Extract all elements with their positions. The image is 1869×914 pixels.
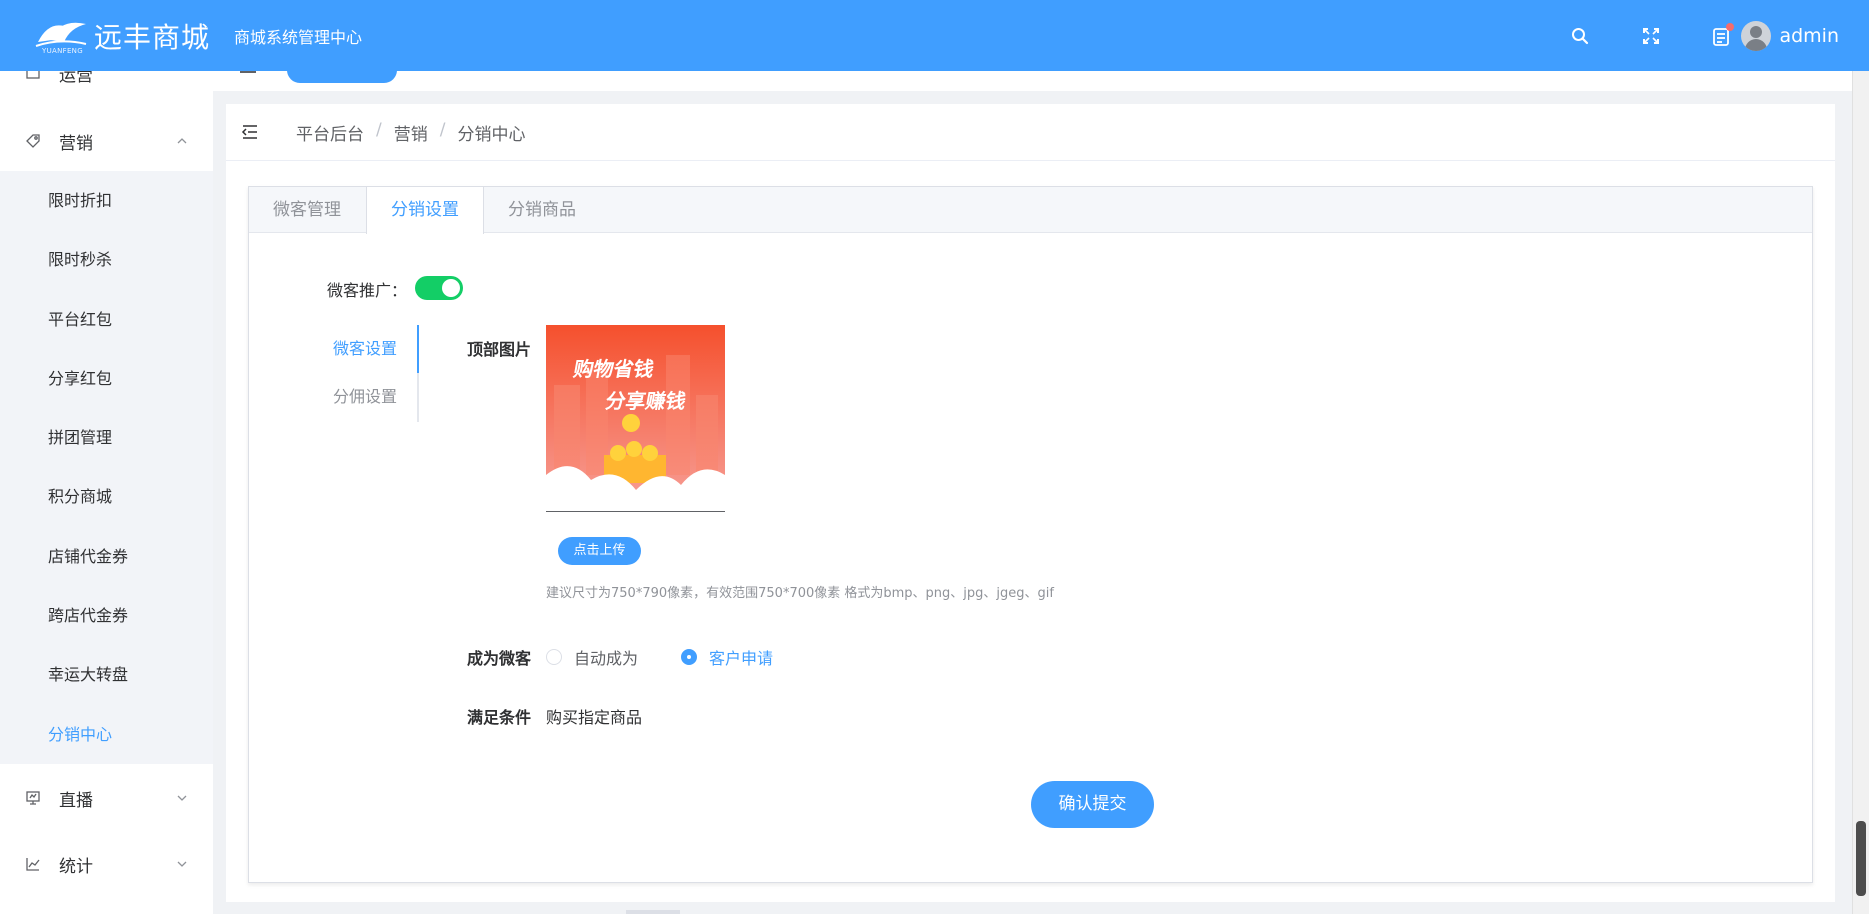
avatar-head — [1750, 25, 1763, 38]
vtab-customer-settings[interactable]: 微客设置 — [303, 325, 417, 373]
fullscreen-icon[interactable] — [1639, 24, 1663, 48]
sidebar-item-operation[interactable]: 运营 — [0, 71, 213, 103]
sidebar-item-stats[interactable]: 统计 — [0, 834, 213, 894]
bottom-scroll-hint — [626, 910, 680, 914]
sidebar: 运营 营销 限时折扣 限时秒杀 平台红包 分享红包 拼团管理 积分商城 店铺代金… — [0, 71, 213, 914]
become-customer-label: 成为微客 — [467, 649, 532, 668]
tag-icon — [25, 133, 41, 149]
sidebar-item-live[interactable]: 直播 — [0, 768, 213, 828]
radio-circle — [546, 649, 562, 665]
radio-circle — [681, 649, 697, 665]
banner-text-line2: 分享赚钱 — [603, 389, 688, 413]
sidebar-item-group-buy[interactable]: 拼团管理 — [0, 408, 213, 467]
radio-label: 客户申请 — [709, 649, 774, 668]
username[interactable]: admin — [1779, 25, 1839, 47]
sidebar-item-lucky-wheel[interactable]: 幸运大转盘 — [0, 645, 213, 704]
sidebar-item-points-mall[interactable]: 积分商城 — [0, 467, 213, 526]
radio-customer-apply[interactable]: 客户申请 — [681, 645, 773, 669]
logo-mark-icon: YUANFENG — [34, 16, 90, 56]
logo-text: 远丰商城 — [94, 20, 211, 54]
page-scrollbar[interactable] — [1852, 71, 1869, 914]
vtab-active-indicator — [417, 325, 419, 373]
sidebar-item-store-voucher[interactable]: 店铺代金券 — [0, 527, 213, 586]
active-tag[interactable] — [287, 71, 397, 83]
tab-wechat-customer-manage[interactable]: 微客管理 — [249, 187, 366, 233]
sidebar-item-cross-store-voucher[interactable]: 跨店代金券 — [0, 586, 213, 645]
chart-icon — [25, 856, 41, 872]
notice-dot — [1726, 22, 1735, 31]
upload-hint: 建议尺寸为750*790像素，有效范围750*700像素 格式为bmp、png、… — [546, 586, 1054, 601]
top-header: YUANFENG 远丰商城 商城系统管理中心 admin — [0, 0, 1869, 71]
vertical-tabs: 微客设置 分佣设置 — [303, 325, 419, 422]
sidebar-item-label: 营销 — [59, 133, 93, 154]
chevron-down-icon — [177, 795, 187, 801]
condition-value: 购买指定商品 — [546, 708, 643, 727]
avatar-body — [1745, 38, 1768, 51]
menu-fold-icon[interactable] — [241, 123, 259, 141]
promo-switch[interactable] — [415, 276, 463, 300]
avatar[interactable] — [1741, 20, 1772, 51]
tabs-container: 微客管理 分销设置 分销商品 微客推广： 微客设置 分佣设置 顶部图片 购物省钱… — [248, 186, 1813, 883]
breadcrumb-item-current: 分销中心 — [457, 124, 526, 145]
header-actions: admin — [1568, 0, 1839, 71]
logo[interactable]: YUANFENG 远丰商城 — [34, 16, 230, 56]
top-banner-image[interactable]: 购物省钱 分享赚钱 — [546, 325, 725, 512]
main-card: 平台后台 / 营销 / 分销中心 微客管理 分销设置 分销商品 微客推广： 微客… — [226, 104, 1835, 902]
operation-icon — [25, 71, 41, 81]
tags-glyph-icon — [240, 71, 256, 73]
radio-auto-become[interactable]: 自动成为 — [546, 645, 638, 669]
sidebar-item-label: 运营 — [59, 71, 93, 86]
banner-text-line1: 购物省钱 — [571, 357, 656, 381]
breadcrumb: 平台后台 / 营销 / 分销中心 — [296, 120, 525, 145]
banner-underline — [546, 511, 725, 512]
sidebar-item-label: 统计 — [59, 856, 93, 877]
sidebar-item-label: 直播 — [59, 790, 93, 811]
breadcrumb-separator: / — [439, 119, 446, 140]
sidebar-item-platform-redpacket[interactable]: 平台红包 — [0, 290, 213, 349]
sidebar-item-distribution-center[interactable]: 分销中心 — [0, 705, 213, 764]
breadcrumb-row: 平台后台 / 营销 / 分销中心 — [226, 104, 1835, 161]
logo-sub-text: YUANFENG — [42, 46, 83, 55]
breadcrumb-separator: / — [376, 119, 382, 140]
search-icon[interactable] — [1568, 24, 1592, 48]
sidebar-item-marketing[interactable]: 营销 — [0, 111, 213, 171]
submit-button[interactable]: 确认提交 — [1031, 781, 1154, 828]
tabs-header: 微客管理 分销设置 分销商品 — [249, 187, 1812, 234]
sidebar-item-share-redpacket[interactable]: 分享红包 — [0, 349, 213, 408]
header-subtitle: 商城系统管理中心 — [234, 27, 363, 47]
live-icon — [25, 790, 41, 806]
marketing-submenu: 限时折扣 限时秒杀 平台红包 分享红包 拼团管理 积分商城 店铺代金券 跨店代金… — [0, 171, 213, 764]
sidebar-item-limited-discount[interactable]: 限时折扣 — [0, 171, 213, 230]
notice-icon[interactable] — [1709, 22, 1735, 48]
scrollbar-thumb[interactable] — [1856, 821, 1866, 896]
tags-view-bar — [213, 71, 1852, 91]
promo-label: 微客推广： — [327, 281, 408, 300]
radio-label: 自动成为 — [574, 649, 639, 668]
tab-distribution-goods[interactable]: 分销商品 — [484, 187, 601, 233]
vtab-commission-settings[interactable]: 分佣设置 — [303, 373, 417, 421]
switch-knob — [442, 279, 460, 297]
chevron-down-icon — [177, 861, 187, 867]
sidebar-item-flash-sale[interactable]: 限时秒杀 — [0, 230, 213, 289]
chevron-up-icon — [177, 138, 187, 144]
condition-label: 满足条件 — [467, 708, 532, 727]
top-image-label: 顶部图片 — [467, 340, 532, 359]
breadcrumb-item[interactable]: 营销 — [394, 120, 428, 145]
tab-distribution-settings[interactable]: 分销设置 — [366, 187, 484, 234]
upload-button[interactable]: 点击上传 — [558, 537, 641, 565]
breadcrumb-item[interactable]: 平台后台 — [296, 120, 364, 145]
